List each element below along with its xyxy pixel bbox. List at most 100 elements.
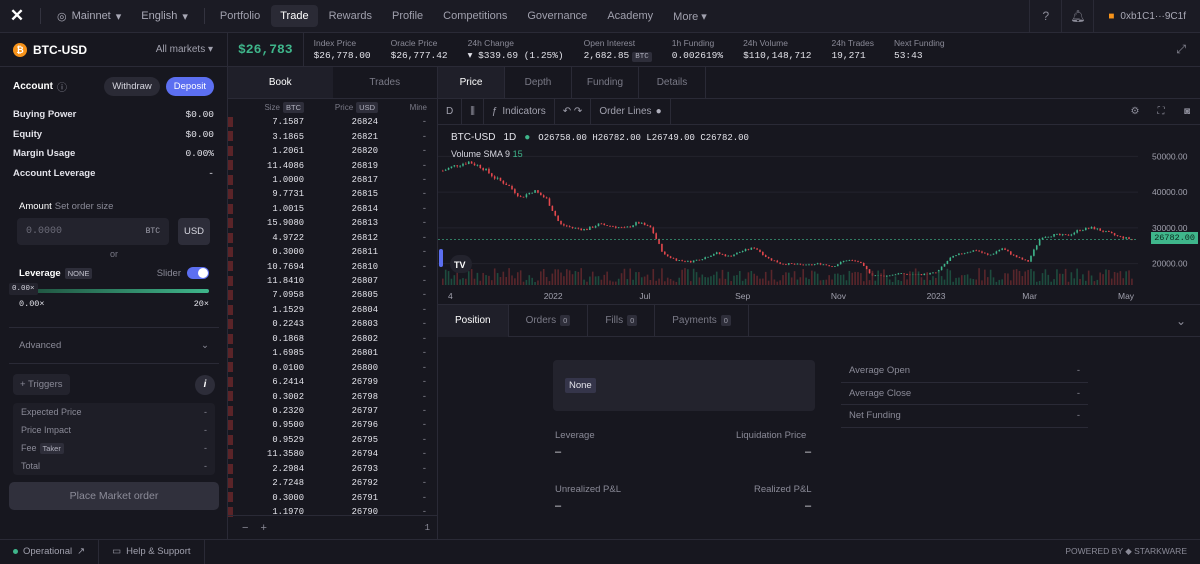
fee-tag: Taker <box>39 443 64 454</box>
usd-toggle-button[interactable]: USD <box>178 218 210 245</box>
liquidation-label: Liquidation Price <box>736 430 807 441</box>
candle-body <box>488 168 490 174</box>
nav-more[interactable]: More ▾ <box>664 5 716 28</box>
candle-body <box>1061 234 1064 236</box>
book-row[interactable]: 0.3000 26791 - <box>228 490 437 504</box>
zoom-in-button[interactable]: + <box>254 522 272 534</box>
bell-icon[interactable]: 🔔︎ <box>1061 0 1093 33</box>
tab-fills[interactable]: Fills 0 <box>588 304 656 337</box>
candle-body <box>661 243 663 252</box>
nav-governance[interactable]: Governance <box>518 5 596 27</box>
price-chart[interactable]: 50000.00 40000.00 30000.00 20000.00 4 2022 Jul… <box>438 125 1200 305</box>
book-row[interactable]: 11.3580 26794 - <box>228 447 437 461</box>
nav-rewards[interactable]: Rewards <box>320 5 381 27</box>
deposit-button[interactable]: Deposit <box>165 76 214 96</box>
nav-portfolio[interactable]: Portfolio <box>211 5 269 27</box>
help-support-link[interactable]: ▭ Help & Support <box>99 539 205 564</box>
status-link[interactable]: Operational ↗ <box>0 539 100 564</box>
settings-icon[interactable]: ⚙ <box>1122 99 1148 125</box>
book-row[interactable]: 0.9500 26796 - <box>228 418 437 432</box>
book-row[interactable]: 0.2320 26797 - <box>228 404 437 418</box>
book-row[interactable]: 0.3002 26798 - <box>228 389 437 403</box>
book-row[interactable]: 1.0015 26814 - <box>228 202 437 216</box>
info-icon[interactable]: ⓘ <box>57 79 67 94</box>
nav-academy[interactable]: Academy <box>598 5 662 27</box>
book-row[interactable]: 0.0100 26800 - <box>228 360 437 374</box>
book-row[interactable]: 0.9529 26795 - <box>228 433 437 447</box>
interval-button[interactable]: D <box>438 98 463 125</box>
book-row[interactable]: 7.1587 26824 - <box>228 115 437 129</box>
candle-body <box>534 190 536 193</box>
book-row[interactable]: 15.9080 26813 - <box>228 216 437 230</box>
book-row[interactable]: 1.1529 26804 - <box>228 303 437 317</box>
candle-body <box>1001 248 1003 250</box>
chevron-down-icon[interactable]: ⌄ <box>1176 314 1200 328</box>
language-selector[interactable]: English ▾ <box>131 10 198 23</box>
market-selector[interactable]: ₿ BTC-USD All markets ▾ <box>0 32 228 67</box>
book-mine: - <box>421 405 427 416</box>
leverage-slider[interactable]: 0.00× <box>9 283 209 295</box>
dydx-logo[interactable]: ✕ <box>0 0 34 33</box>
tab-funding[interactable]: Funding <box>572 67 639 98</box>
volume-bar <box>678 277 681 285</box>
volume-bar <box>442 278 444 285</box>
book-row[interactable]: 11.4086 26819 - <box>228 158 437 172</box>
expand-icon[interactable]: ⤢ <box>1176 42 1200 57</box>
place-order-button[interactable]: Place Market order <box>9 482 219 510</box>
triggers-button[interactable]: + Triggers <box>13 374 70 395</box>
candle-body <box>1012 254 1015 256</box>
candle-body <box>666 254 669 257</box>
tab-trades[interactable]: Trades <box>333 67 438 98</box>
withdraw-button[interactable]: Withdraw <box>104 76 160 96</box>
book-row[interactable]: 1.6985 26801 - <box>228 346 437 360</box>
candle-body <box>762 251 764 256</box>
network-selector[interactable]: ◎ Mainnet ▾ <box>47 10 131 23</box>
zoom-out-button[interactable]: − <box>236 522 254 534</box>
tab-position[interactable]: Position <box>438 304 509 337</box>
tab-orders[interactable]: Orders 0 <box>509 304 589 337</box>
tab-depth[interactable]: Depth <box>505 67 572 98</box>
book-row[interactable]: 6.2414 26799 - <box>228 375 437 389</box>
book-row[interactable]: 10.7694 26810 - <box>228 259 437 273</box>
indicators-button[interactable]: ƒ Indicators <box>484 98 555 125</box>
book-row[interactable]: 1.0000 26817 - <box>228 173 437 187</box>
nav-trade[interactable]: Trade <box>271 5 318 27</box>
advanced-toggle[interactable]: Advanced ⌄ <box>9 327 219 364</box>
candle-body <box>946 260 949 264</box>
book-row[interactable]: 0.3000 26811 - <box>228 245 437 259</box>
tab-payments[interactable]: Payments 0 <box>655 304 749 337</box>
candle-body <box>493 176 496 179</box>
book-row[interactable]: 11.8410 26807 - <box>228 274 437 288</box>
nav-competitions[interactable]: Competitions <box>434 5 516 27</box>
book-row[interactable]: 3.1865 26821 - <box>228 129 437 143</box>
tab-price[interactable]: Price <box>438 67 505 98</box>
fullscreen-icon[interactable]: ⛶ <box>1148 99 1174 125</box>
order-lines-toggle[interactable]: Order Lines ● <box>591 98 671 125</box>
volume-bar <box>638 272 640 285</box>
nav-profile[interactable]: Profile <box>383 5 432 27</box>
book-row[interactable]: 2.2984 26793 - <box>228 462 437 476</box>
candle-body <box>1018 257 1021 259</box>
book-row[interactable]: 1.2061 26820 - <box>228 144 437 158</box>
all-markets-button[interactable]: All markets ▾ <box>156 44 213 55</box>
help-icon[interactable]: ? <box>1029 0 1061 33</box>
candle-type-icon[interactable]: ⫼ <box>462 98 484 125</box>
wallet-button[interactable]: ■ 0xb1C1···9C1f <box>1093 0 1200 33</box>
book-row[interactable]: 9.7731 26815 - <box>228 187 437 201</box>
candle-body <box>687 260 689 262</box>
amount-input[interactable]: 0.0000 BTC <box>17 218 169 245</box>
camera-icon[interactable]: ◙ <box>1174 99 1200 125</box>
tab-details[interactable]: Details <box>639 67 706 98</box>
book-row[interactable]: 2.7248 26792 - <box>228 476 437 490</box>
book-row[interactable]: 0.1868 26802 - <box>228 332 437 346</box>
leverage-min: 0.00× <box>19 299 45 309</box>
slider-toggle[interactable] <box>187 267 209 279</box>
book-row[interactable]: 4.9722 26812 - <box>228 231 437 245</box>
book-row[interactable]: 0.2243 26803 - <box>228 317 437 331</box>
info-icon[interactable]: i <box>195 374 215 395</box>
undo-icon[interactable]: ↶ ↷ <box>555 98 592 125</box>
volume-bar <box>1047 274 1050 285</box>
tab-book[interactable]: Book <box>228 67 333 98</box>
candle-body <box>632 225 634 228</box>
book-row[interactable]: 7.0958 26805 - <box>228 288 437 302</box>
